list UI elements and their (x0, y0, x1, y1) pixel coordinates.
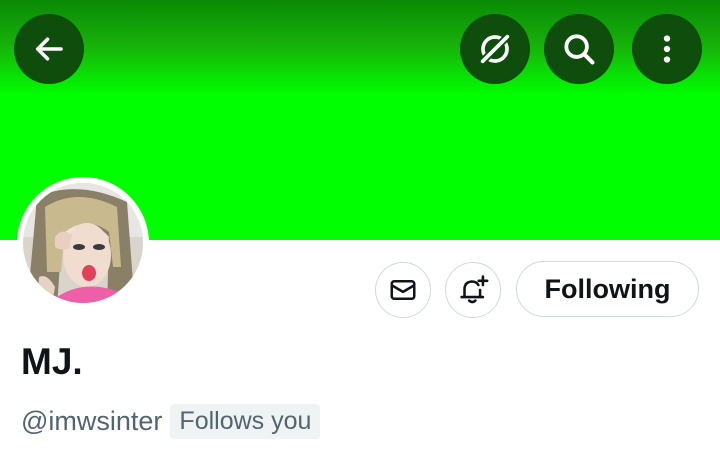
user-handle: @imwsinter (21, 405, 163, 436)
back-button[interactable] (14, 14, 84, 84)
bell-plus-icon (460, 275, 489, 304)
notifications-button[interactable] (445, 262, 501, 318)
back-arrow-icon (35, 37, 63, 61)
message-button[interactable] (375, 262, 431, 318)
display-name: MJ. (21, 341, 83, 382)
mail-icon (390, 280, 416, 300)
follows-you-badge: Follows you (170, 403, 321, 439)
following-button[interactable]: Following (516, 261, 699, 317)
grok-button[interactable] (460, 14, 530, 84)
search-icon (564, 34, 595, 65)
more-vertical-icon (663, 35, 671, 63)
grok-icon (479, 33, 511, 65)
more-options-button[interactable] (632, 14, 702, 84)
profile-page: Following MJ. @imwsinter Follows you (0, 0, 720, 450)
avatar[interactable] (17, 177, 149, 309)
search-button[interactable] (544, 14, 614, 84)
handle-row: @imwsinter Follows you (21, 403, 321, 439)
profile-photo (23, 183, 143, 303)
